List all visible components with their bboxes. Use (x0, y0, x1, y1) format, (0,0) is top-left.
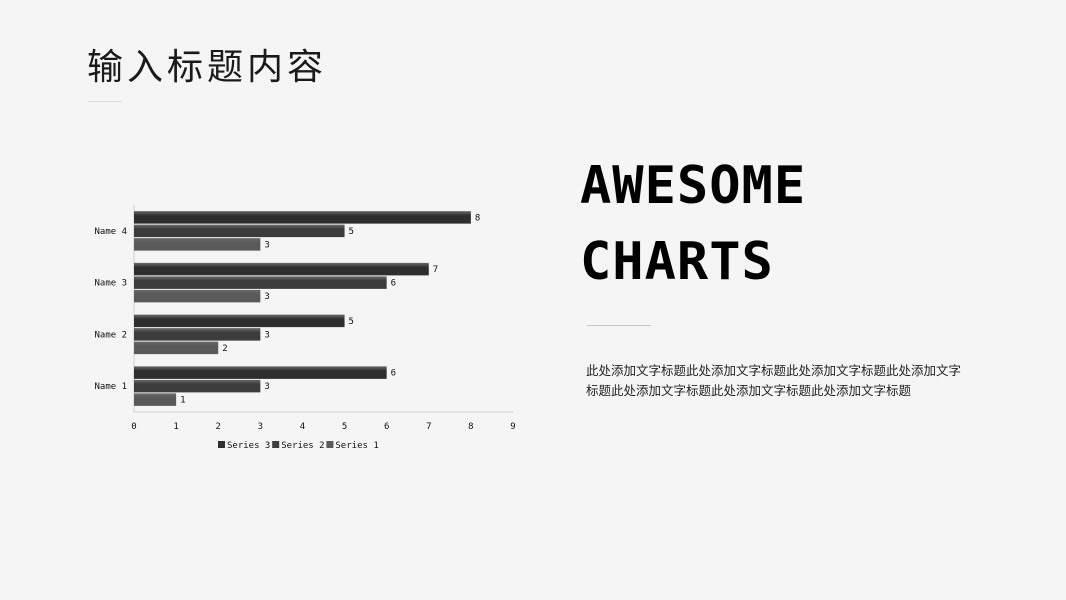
legend-label: Series 1 (335, 441, 378, 451)
x-tick-label: 4 (300, 422, 305, 432)
bar-series-2 (134, 224, 345, 238)
category-label: Name 1 (94, 382, 127, 392)
legend-label: Series 3 (227, 441, 270, 451)
data-label: 3 (264, 240, 269, 250)
bar-chart: 0 1 2 3 4 5 6 7 8 9 Name 1 6 3 1 Name 2 5 3 2 Name 3 7 6 3 Nam… (94, 205, 516, 451)
bar-series-1 (134, 393, 177, 406)
bar-series-3 (134, 211, 471, 224)
category-label: Name 4 (94, 227, 127, 237)
data-label: 6 (391, 279, 396, 289)
bar-series-2 (134, 379, 261, 393)
category-label: Name 2 (94, 330, 127, 340)
data-label: 5 (349, 227, 354, 237)
legend-swatch (218, 441, 225, 448)
bar-series-1 (134, 289, 261, 303)
x-tick-label: 7 (426, 422, 431, 432)
x-tick-label: 1 (173, 422, 178, 432)
headline-line-2: CHARTS (580, 232, 774, 292)
legend-swatch (272, 441, 280, 448)
data-label: 3 (264, 382, 269, 392)
headline-line-1: AWESOME (580, 156, 807, 216)
x-tick-label: 0 (131, 422, 136, 432)
bar-series-1 (134, 341, 219, 355)
x-tick-label: 2 (216, 422, 221, 432)
headline: AWESOME CHARTS (580, 148, 806, 300)
description-text: 此处添加文字标题此处添加文字标题此处添加文字标题此处添加文字标题此处添加文字标题… (586, 363, 962, 398)
legend-swatch (326, 441, 334, 448)
legend-label: Series 2 (281, 441, 324, 451)
data-label: 1 (180, 396, 185, 406)
data-label: 7 (433, 265, 438, 275)
data-label: 8 (475, 213, 480, 223)
data-label: 3 (264, 292, 269, 302)
bar-series-3 (134, 314, 345, 328)
category-label: Name 3 (94, 279, 127, 289)
bar-series-3 (134, 366, 387, 379)
x-tick-label: 3 (258, 422, 263, 432)
data-label: 6 (391, 369, 396, 379)
x-tick-label: 5 (342, 422, 347, 432)
bar-series-2 (134, 276, 387, 289)
bar-series-1 (134, 238, 261, 251)
bar-series-2 (134, 328, 261, 341)
x-tick-label: 6 (384, 422, 389, 432)
bar-series-3 (134, 262, 429, 276)
data-label: 2 (222, 344, 227, 354)
data-label: 5 (349, 317, 354, 327)
x-tick-label: 8 (468, 422, 473, 432)
x-tick-label: 9 (510, 422, 515, 432)
data-label: 3 (264, 330, 269, 340)
headline-divider (587, 325, 651, 326)
